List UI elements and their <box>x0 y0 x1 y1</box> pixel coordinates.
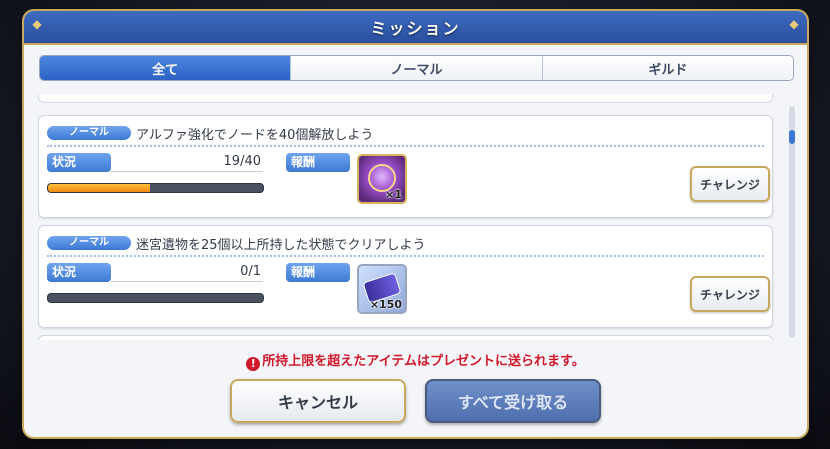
scrollbar[interactable] <box>789 106 795 338</box>
progress-count: 19/40 <box>223 154 261 169</box>
mission-type-badge: ノーマル <box>47 126 131 140</box>
mission-description: アルファ強化でノードを40個解放しよう <box>136 128 374 143</box>
corner-ornament-icon: ◆ <box>789 17 799 31</box>
progress-count: 0/1 <box>240 264 261 279</box>
mission-type-badge: ノーマル <box>47 236 131 250</box>
mission-card: ノーマル 迷宮遺物を25個以上所持した状態でクリアしよう 状況 0/1 報酬 ×… <box>38 225 773 328</box>
challenge-button[interactable]: チャレンジ <box>690 276 770 312</box>
notice-text: 所持上限を超えたアイテムはプレゼントに送られます。 <box>262 354 585 369</box>
status-label: 状況 <box>47 153 111 172</box>
divider <box>111 171 263 172</box>
previous-card-edge <box>38 94 773 103</box>
gem-orb-icon[interactable]: ×1 <box>357 154 407 204</box>
challenge-button[interactable]: チャレンジ <box>690 166 770 202</box>
overflow-notice: ! 所持上限を超えたアイテムはプレゼントに送られます。 <box>24 350 807 371</box>
progress-bar <box>47 183 264 193</box>
receive-all-button[interactable]: すべて受け取る <box>425 379 601 423</box>
scrollbar-thumb[interactable] <box>789 130 795 144</box>
reward-label: 報酬 <box>286 153 350 172</box>
mission-description: 迷宮遺物を25個以上所持した状態でクリアしよう <box>136 238 426 253</box>
mission-card: ノーマル アルファ強化でノードを40個解放しよう 状況 19/40 報酬 ×1 … <box>38 115 773 218</box>
reward-quantity: ×150 <box>369 298 402 311</box>
divider <box>111 281 263 282</box>
dialog-titlebar: ◆ ミッション ◆ <box>24 11 807 45</box>
tab-guild[interactable]: ギルド <box>541 56 793 80</box>
ticket-icon[interactable]: ×150 <box>357 264 407 314</box>
mission-list[interactable]: ノーマル アルファ強化でノードを40個解放しよう 状況 19/40 報酬 ×1 … <box>38 94 786 340</box>
dialog-title: ミッション <box>370 19 461 38</box>
cancel-button[interactable]: キャンセル <box>230 379 406 423</box>
tab-normal[interactable]: ノーマル <box>290 56 542 80</box>
tab-all[interactable]: 全て <box>40 56 291 80</box>
corner-ornament-icon: ◆ <box>32 17 42 31</box>
reward-quantity: ×1 <box>385 188 402 201</box>
divider <box>47 145 764 147</box>
reward-label: 報酬 <box>286 263 350 282</box>
progress-fill <box>48 184 151 192</box>
mission-dialog: ◆ ミッション ◆ 全て ノーマル ギルド ノーマル アルファ強化でノードを40… <box>24 11 807 437</box>
mission-card-partial <box>38 335 773 340</box>
warning-icon: ! <box>246 357 261 371</box>
divider <box>47 255 764 257</box>
tab-bar: 全て ノーマル ギルド <box>39 55 794 81</box>
progress-bar <box>47 293 264 303</box>
status-label: 状況 <box>47 263 111 282</box>
